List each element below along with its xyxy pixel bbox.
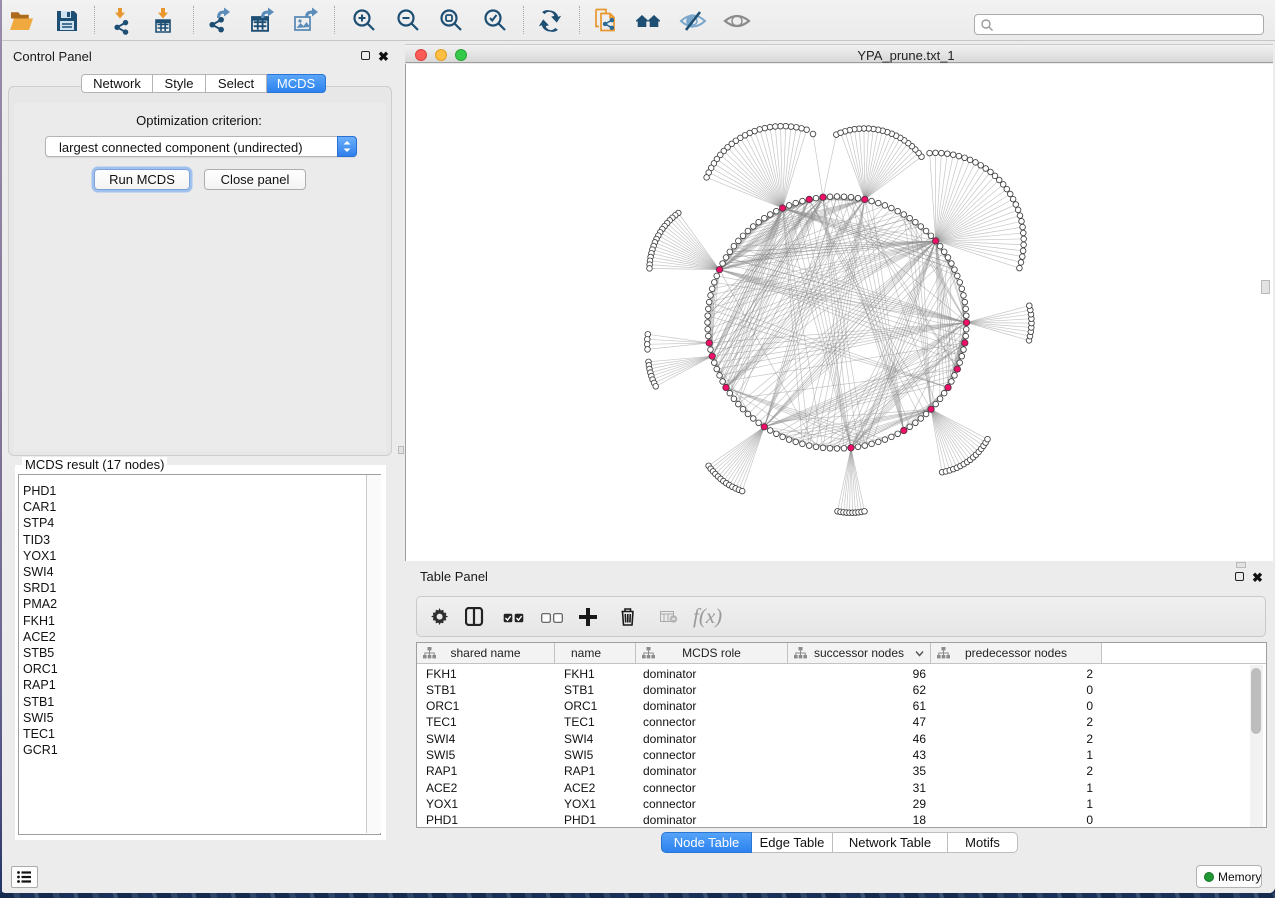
svg-text:f(x): f(x)	[693, 604, 722, 628]
